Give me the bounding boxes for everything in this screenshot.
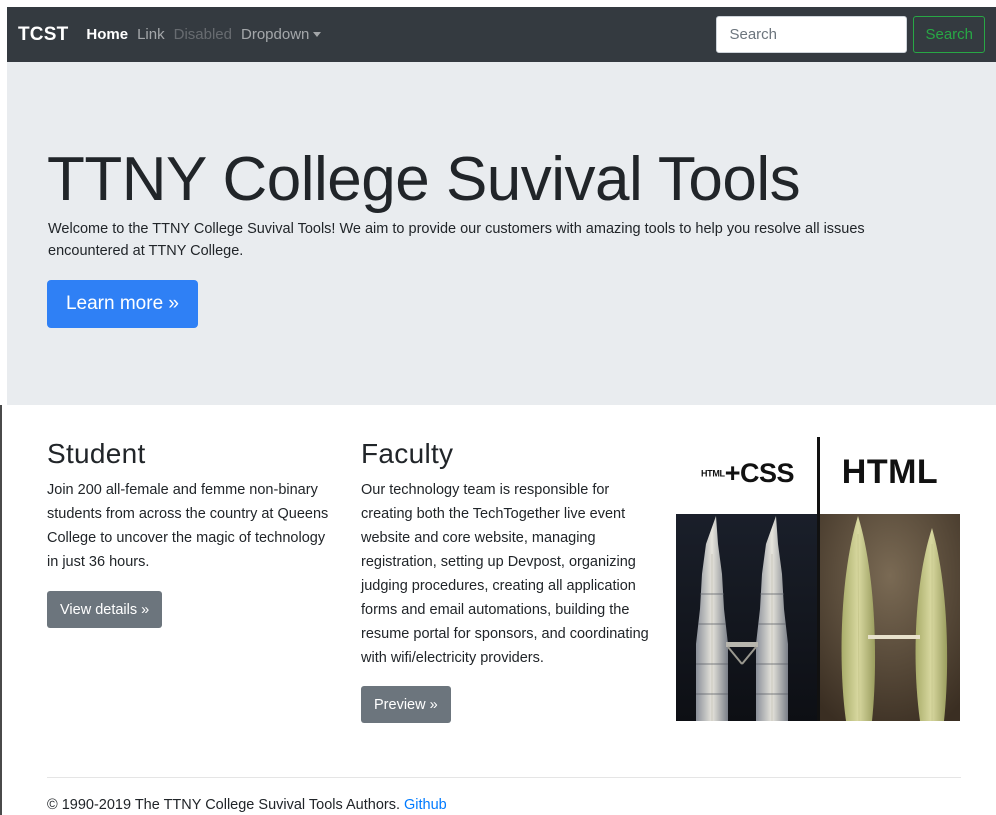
nav-dropdown-label: Dropdown	[241, 26, 310, 43]
learn-more-button[interactable]: Learn more »	[47, 280, 198, 328]
hero-lead: Welcome to the TTNY College Suvival Tool…	[48, 221, 865, 259]
footer: © 1990-2019 The TTNY College Suvival Too…	[47, 797, 447, 813]
meme-caption-left-big: +CSS	[724, 458, 795, 488]
meme-caption-right: HTML	[841, 453, 939, 491]
caret-down-icon	[313, 32, 322, 37]
view-details-button[interactable]: View details »	[47, 591, 163, 628]
footer-divider	[47, 777, 961, 778]
nav-link-home[interactable]: Home	[86, 26, 128, 43]
student-heading: Student	[47, 438, 146, 469]
nav-dropdown-toggle[interactable]: Dropdown	[241, 26, 322, 43]
student-text: Join 200 all-female and femme non-binary…	[47, 482, 329, 570]
navbar: TCST Home Link Disabled Dropdown Search	[7, 7, 996, 62]
preview-button[interactable]: Preview »	[361, 686, 451, 723]
search-form: Search	[716, 16, 985, 53]
nav-link-link[interactable]: Link	[137, 26, 165, 43]
search-button[interactable]: Search	[913, 16, 985, 53]
faculty-heading: Faculty	[361, 438, 454, 469]
html-css-meme-image: HTML+CSS HTML	[676, 437, 960, 721]
meme-caption-left-small: HTML	[700, 468, 725, 479]
left-edge-rule	[0, 405, 2, 815]
faculty-column: Faculty Our technology team is responsib…	[361, 438, 651, 723]
petronas-towers-image	[676, 514, 817, 721]
search-input[interactable]	[716, 16, 908, 53]
faculty-text: Our technology team is responsible for c…	[361, 482, 649, 666]
student-column: Student Join 200 all-female and femme no…	[47, 438, 332, 628]
meme-caption-left: HTML+CSS	[678, 458, 817, 489]
nav-link-disabled: Disabled	[173, 26, 232, 43]
footer-text: © 1990-2019 The TTNY College Suvival Too…	[47, 797, 405, 813]
navbar-brand[interactable]: TCST	[18, 24, 68, 46]
leaves-image	[820, 514, 960, 721]
github-link[interactable]: Github	[404, 797, 447, 813]
hero-title: TTNY College Suvival Tools	[47, 145, 801, 214]
jumbotron: TTNY College Suvival Tools Welcome to th…	[7, 62, 996, 405]
